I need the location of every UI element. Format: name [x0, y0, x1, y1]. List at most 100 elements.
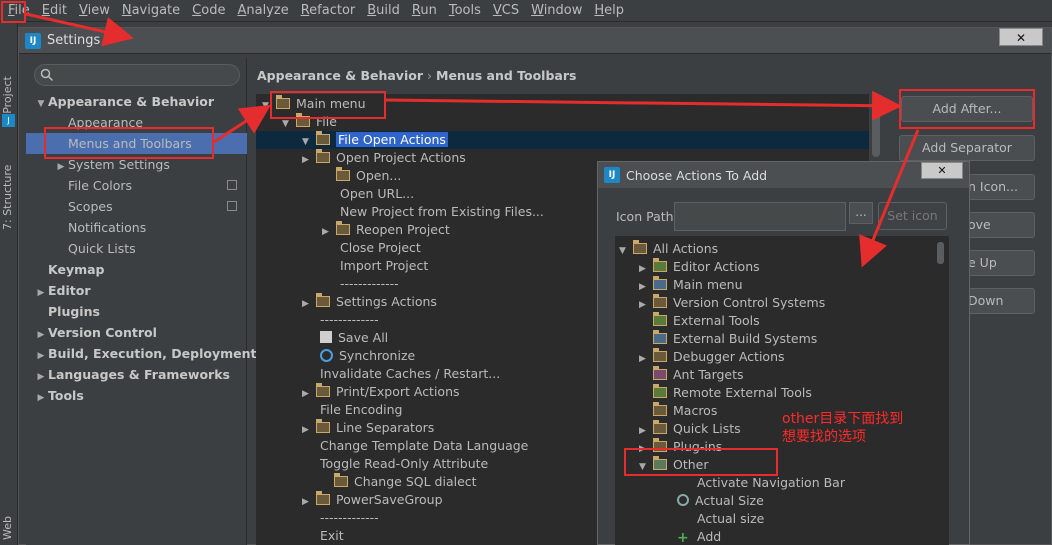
tree-node-label: Change Template Data Language: [320, 438, 529, 453]
action-node[interactable]: ▼ All Actions: [615, 240, 718, 258]
tree-node[interactable]: ▶ PowerSaveGroup: [256, 491, 443, 509]
chevron-right-icon[interactable]: ▶: [34, 388, 48, 409]
nav-item-keymap[interactable]: Keymap: [26, 259, 247, 280]
copy-icon: [227, 201, 237, 211]
tree-node[interactable]: Open...: [256, 167, 401, 185]
tree-node[interactable]: -------------: [256, 509, 379, 527]
menu-navigate[interactable]: Navigate: [116, 0, 186, 22]
tree-node[interactable]: ▼ File Open Actions: [256, 131, 869, 149]
tree-node-label: Save All: [338, 330, 389, 345]
tree-node[interactable]: Synchronize: [256, 347, 415, 365]
action-node[interactable]: ▶ Editor Actions: [615, 258, 760, 276]
action-node[interactable]: Actual size: [615, 510, 764, 528]
menu-view[interactable]: View: [73, 0, 116, 22]
action-node-label: Add: [697, 529, 722, 544]
menu-edit[interactable]: Edit: [36, 0, 73, 22]
nav-item-editor[interactable]: ▶ Editor: [26, 280, 247, 301]
nav-item-version-control[interactable]: ▶ Version Control: [26, 322, 247, 343]
tree-node-label: -------------: [340, 276, 399, 291]
action-node[interactable]: + Add: [615, 528, 721, 545]
nav-item-plugins[interactable]: Plugins: [26, 301, 247, 322]
menu-tools[interactable]: Tools: [443, 0, 487, 22]
action-node[interactable]: Ant Targets: [615, 366, 744, 384]
folder-edit-icon: [653, 258, 667, 272]
nav-item-label: Languages & Frameworks: [48, 367, 230, 382]
menu-build[interactable]: Build: [361, 0, 406, 22]
menu-code[interactable]: Code: [186, 0, 231, 22]
breadcrumb-parent[interactable]: Appearance & Behavior: [257, 68, 423, 83]
tree-node[interactable]: Open URL...: [256, 185, 414, 203]
menu-vcs[interactable]: VCS: [487, 0, 525, 22]
action-node-label: Macros: [673, 403, 718, 418]
tree-node[interactable]: Toggle Read-Only Attribute: [256, 455, 488, 473]
tree-node[interactable]: Change SQL dialect: [256, 473, 477, 491]
browse-icon-button[interactable]: ...: [849, 202, 873, 224]
nav-item-languages-frameworks[interactable]: ▶ Languages & Frameworks: [26, 364, 247, 385]
tree-node[interactable]: ▶ Line Separators: [256, 419, 434, 437]
action-node[interactable]: ▶ Quick Lists: [615, 420, 741, 438]
folder-icon: [334, 473, 348, 487]
web-tool-tab[interactable]: Web: [1, 510, 17, 540]
nav-item-notifications[interactable]: Notifications: [26, 217, 247, 238]
tree-node[interactable]: Exit: [256, 527, 344, 545]
nav-item-label: File Colors: [68, 178, 133, 193]
tree-node[interactable]: Invalidate Caches / Restart...: [256, 365, 500, 383]
menu-window[interactable]: Window: [525, 0, 588, 22]
tree-node[interactable]: ▶ Reopen Project: [256, 221, 450, 239]
tree-node-label: Exit: [320, 528, 344, 543]
tree-node[interactable]: ▶ Settings Actions: [256, 293, 437, 311]
folder-icon: [653, 420, 667, 434]
set-icon-button[interactable]: Set icon: [878, 202, 947, 230]
add-separator-button[interactable]: Add Separator: [899, 135, 1035, 161]
menu-help[interactable]: Help: [588, 0, 630, 22]
nav-item-tools[interactable]: ▶ Tools: [26, 385, 247, 406]
nav-item-quick-lists[interactable]: Quick Lists: [26, 238, 247, 259]
choose-actions-close-button[interactable]: ✕: [921, 162, 963, 179]
tree-node[interactable]: File Encoding: [256, 401, 403, 419]
menu-refactor[interactable]: Refactor: [295, 0, 362, 22]
settings-search-input[interactable]: [34, 64, 240, 86]
actions-tree-scrollbar[interactable]: [937, 242, 944, 264]
action-node[interactable]: Macros: [615, 402, 717, 420]
tree-scrollbar[interactable]: [872, 97, 880, 157]
settings-close-button[interactable]: ✕: [999, 28, 1043, 46]
action-node[interactable]: External Tools: [615, 312, 760, 330]
tree-node[interactable]: -------------: [256, 311, 379, 329]
tree-node[interactable]: ▶ Print/Export Actions: [256, 383, 460, 401]
icon-path-input[interactable]: [674, 202, 846, 231]
all-actions-tree[interactable]: ▼ All Actions ▶ Editor Actions ▶ Main menu ▶ Ve…: [615, 236, 949, 545]
tree-node[interactable]: Import Project: [256, 257, 428, 275]
nav-item-scopes[interactable]: Scopes: [26, 196, 247, 217]
tree-node-label: Reopen Project: [356, 222, 450, 237]
icon-path-label: Icon Path:: [616, 209, 678, 224]
tree-node[interactable]: New Project from Existing Files...: [256, 203, 544, 221]
action-node-label: External Tools: [673, 313, 760, 328]
nav-item-build-execution-deployment[interactable]: ▶ Build, Execution, Deployment: [26, 343, 257, 364]
menu-run[interactable]: Run: [406, 0, 443, 22]
menu-analyze[interactable]: Analyze: [231, 0, 294, 22]
settings-title: Settings: [47, 33, 101, 48]
breadcrumb-separator: ›: [427, 68, 432, 83]
tree-node[interactable]: Change Template Data Language: [256, 437, 528, 455]
annotation-note-line1: other目录下面找到: [782, 411, 904, 427]
action-node[interactable]: Actual Size: [615, 492, 764, 510]
action-node[interactable]: ▶ Version Control Systems: [615, 294, 825, 312]
tree-node-label: Toggle Read-Only Attribute: [320, 456, 489, 471]
action-node[interactable]: ▶ Main menu: [615, 276, 743, 294]
folder-icon: [316, 383, 330, 397]
nav-item-appearance-behavior[interactable]: ▼ Appearance & Behavior: [26, 91, 247, 112]
action-node[interactable]: ▶ Debugger Actions: [615, 348, 785, 366]
action-node[interactable]: Activate Navigation Bar: [615, 474, 845, 492]
action-node[interactable]: Remote External Tools: [615, 384, 812, 402]
tree-node[interactable]: Save All: [256, 329, 388, 347]
action-node[interactable]: External Build Systems: [615, 330, 817, 348]
structure-tool-tab[interactable]: 7: Structure: [1, 146, 17, 230]
breadcrumb-current: Menus and Toolbars: [436, 68, 577, 83]
tree-node[interactable]: ▶ Open Project Actions: [256, 149, 466, 167]
tree-node-label: Print/Export Actions: [336, 384, 460, 399]
tree-node[interactable]: -------------: [256, 275, 399, 293]
action-node-label: Actual size: [697, 511, 765, 526]
nav-item-file-colors[interactable]: File Colors: [26, 175, 247, 196]
tree-node[interactable]: Close Project: [256, 239, 421, 257]
intellij-logo-icon: IJ: [604, 167, 620, 183]
